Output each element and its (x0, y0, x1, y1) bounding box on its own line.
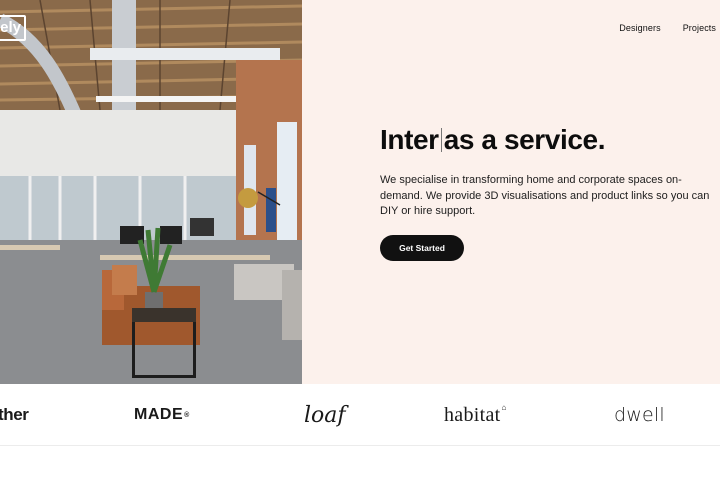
hero-panel: Designers Projects Inter as a service. We… (302, 0, 720, 384)
site-logo[interactable]: ely (0, 15, 26, 41)
brand-logo-strip: ther MADE ® loaf habitat ⌂ dwell (0, 384, 720, 446)
office-interior-image (0, 0, 302, 384)
headline-typed-word: Inter (380, 124, 439, 155)
nav-link-designers[interactable]: Designers (619, 23, 660, 33)
get-started-button[interactable]: Get Started (380, 235, 464, 261)
headline-rest: as a service. (443, 124, 606, 155)
house-icon: ⌂ (501, 402, 507, 412)
brand-logo-habitat: habitat ⌂ (444, 402, 507, 426)
nav-link-projects[interactable]: Projects (683, 23, 716, 33)
top-nav: Designers Projects (619, 23, 716, 33)
brand-logo-made: MADE ® (134, 406, 190, 423)
brand-logo-loaf: loaf (304, 402, 346, 428)
hero-office-photo: ely (0, 0, 302, 384)
hero-headline: Inter as a service. (380, 124, 605, 156)
brand-logo-ther: ther (0, 405, 29, 424)
typing-cursor (440, 128, 442, 152)
brand-logo-dwell: dwell (614, 404, 665, 426)
hero-description: We specialise in transforming home and c… (380, 174, 710, 217)
